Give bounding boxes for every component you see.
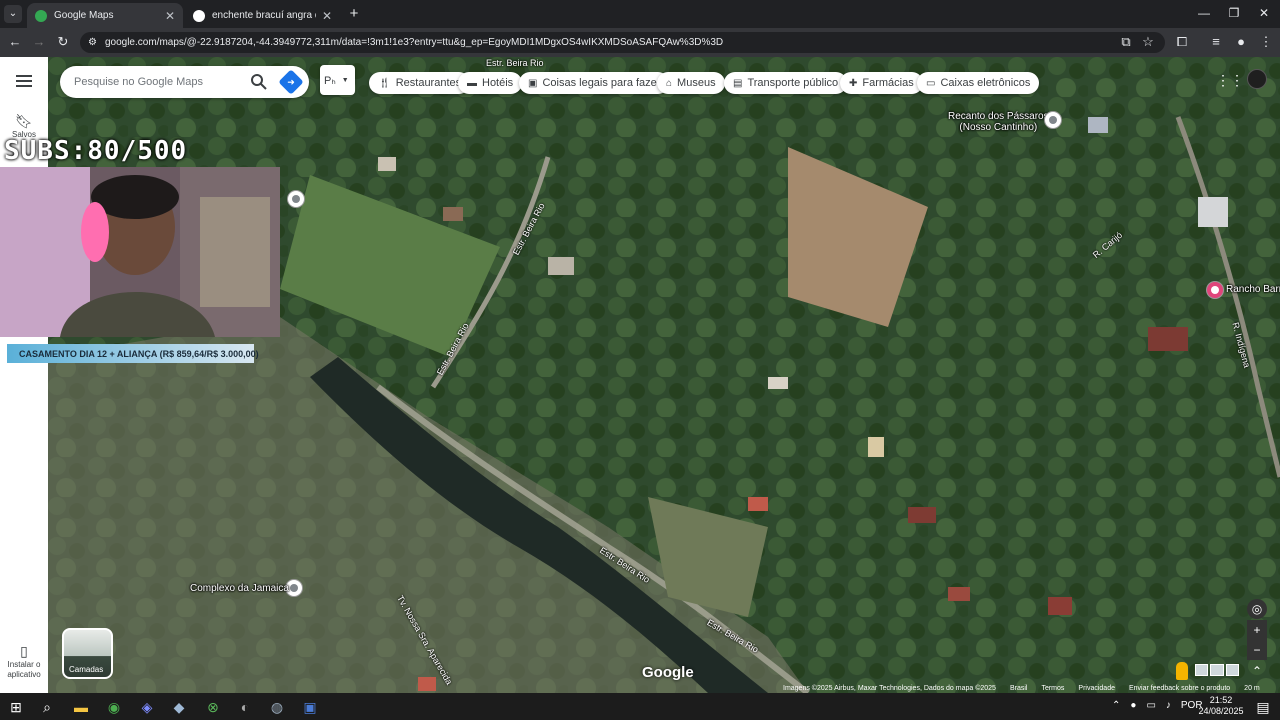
chevron-down-icon: ▼ [341,76,349,84]
menu-icon[interactable] [16,75,32,90]
close-tab-icon[interactable]: ✕ [322,9,332,23]
chip-museus[interactable]: ⌂ Museus [657,72,725,94]
taskbar-clock[interactable]: 21:52 24/08/2025 [1198,695,1244,717]
chip-coisas-legais[interactable]: ▣ Coisas legais para fazer [519,72,670,94]
place-label-rancho[interactable]: Rancho Barre [1226,284,1280,295]
satellite-imagery [48,57,1280,693]
directions-icon: ➜ [287,77,295,87]
browser-toolbar: ← → ↻ ⚙ google.com/maps/@-22.9187204,-44… [0,28,1280,57]
url-text: google.com/maps/@-22.9187204,-44.3949772… [104,37,724,48]
install-app-icon[interactable]: ⧉ [1117,34,1135,50]
scale-bar[interactable]: 20 m [1244,685,1260,693]
google-favicon-icon [193,9,205,22]
place-label-recanto[interactable]: Recanto dos Pássaros (Nosso Cantinho) [948,111,1049,133]
brasil-link[interactable]: Brasil [1010,685,1028,693]
camera-icon: ▣ [528,77,538,89]
site-info-icon[interactable]: ⚙ [88,37,97,48]
place-pin-icon[interactable] [288,191,304,207]
tab-title: enchente bracuí angra dos reis [212,10,316,21]
zoom-in-button[interactable]: + [1247,620,1267,640]
search-box: ➜ [60,66,309,98]
close-window-icon[interactable]: ✕ [1254,6,1274,20]
tab-search-button[interactable]: ⌄ [4,5,22,23]
app-icon[interactable]: ▣ [300,697,320,717]
webcam-image [0,167,280,337]
maps-favicon-icon [35,9,47,22]
account-avatar[interactable] [1247,69,1267,89]
new-tab-button[interactable]: + [345,5,363,23]
profile-avatar[interactable]: ● [1232,34,1250,49]
tab-google-maps[interactable]: Google Maps ✕ [27,3,183,28]
layers-button[interactable]: Camadas [62,628,113,679]
search-icon[interactable] [249,72,269,92]
minimize-icon[interactable]: — [1194,6,1214,20]
place-pin-icon[interactable] [1045,112,1061,128]
directions-button[interactable]: ➜ [278,69,304,95]
chip-transporte[interactable]: ▤ Transporte público [724,72,848,94]
discord-icon[interactable]: ◈ [137,697,157,717]
forward-icon[interactable]: → [30,34,48,49]
privacy-link[interactable]: Privacidade [1078,685,1115,693]
imagery-thumbnails[interactable] [1195,664,1239,676]
close-tab-icon[interactable]: ✕ [165,9,175,23]
map-attribution: Imagens ©2025 Airbus, Maxar Technologies… [783,685,1260,693]
tab-enchente[interactable]: enchente bracuí angra dos reis ✕ [185,3,340,28]
search-input[interactable] [74,76,234,88]
terms-link[interactable]: Termos [1041,685,1064,693]
back-icon[interactable]: ← [6,34,24,49]
restore-icon[interactable]: ❐ [1224,6,1244,20]
my-location-icon[interactable]: ◎ [1247,599,1267,619]
file-explorer-icon[interactable]: ▬ [71,697,91,717]
extensions-icon[interactable]: ⧠ [1173,34,1191,50]
chrome-icon[interactable]: ◉ [104,697,124,717]
volume-icon[interactable]: ♪ [1166,700,1171,711]
google-apps-icon[interactable]: ⋮⋮⋮ [1216,72,1258,88]
browser-menu-icon[interactable]: ⋮ [1257,34,1275,50]
satellite-map[interactable] [48,57,1280,693]
address-bar[interactable]: ⚙ google.com/maps/@-22.9187204,-44.39497… [80,32,1165,53]
pharmacy-icon: ✚ [849,77,858,89]
expand-up-icon[interactable]: ⌃ [1247,661,1267,681]
atm-icon: ▭ [926,77,936,89]
google-logo: Google [642,664,694,681]
bus-icon: ▤ [733,77,743,89]
bed-icon: ▬ [467,77,477,89]
windows-start-icon[interactable]: ⊞ [6,697,26,717]
network-icon[interactable]: ▭ [1146,700,1155,711]
app-icon[interactable]: ◍ [267,697,287,717]
chevron-up-icon[interactable]: ⌃ [1112,700,1120,711]
system-tray: ⌃ ● ▭ ♪ POR [1112,700,1203,711]
steam-icon[interactable]: ◆ [169,697,189,717]
donation-goal-banner: CASAMENTO DIA 12 + ALIANÇA (R$ 859,64/R$… [7,344,259,363]
chip-farmacias[interactable]: ✚ Farmácias [840,72,923,94]
road-label: Estr. Beira Rio [486,58,544,68]
feedback-link[interactable]: Enviar feedback sobre o produto [1129,685,1230,693]
bookmark-star-icon[interactable]: ☆ [1139,34,1157,50]
chip-restaurantes[interactable]: 🍴︎ Restaurantes [369,72,471,94]
subs-counter-overlay: SUBS:80/500 [4,136,188,166]
fork-knife-icon: 🍴︎ [378,77,391,89]
bookmark-icon: 🔖︎ [15,113,33,129]
obs-icon[interactable]: ◐ [235,697,255,717]
museum-icon: ⌂ [666,77,673,89]
phone-icon: ▯ [20,643,28,659]
place-pin-rancho-icon[interactable] [1207,282,1223,298]
notifications-icon[interactable]: ▤ [1253,697,1273,717]
chip-hoteis[interactable]: ▬ Hotéis [458,72,523,94]
search-icon[interactable]: ⌕ [37,697,57,717]
tab-title: Google Maps [54,10,114,21]
reload-icon[interactable]: ↻ [54,34,72,50]
install-app-button[interactable]: ▯ Instalar o aplicativo [0,643,48,680]
media-icon[interactable]: ≡ [1207,34,1225,49]
place-label-complexo[interactable]: Complexo da Jamaica [190,583,289,594]
pt-button[interactable]: Pₕ ▼ [320,65,355,95]
microphone-icon[interactable]: ● [1130,700,1136,711]
windows-taskbar: ⊞ ⌕ ▬ ◉ ◈ ◆ ⊗ ◐ ◍ ▣ ⌃ ● ▭ ♪ POR 21:52 24… [0,693,1280,720]
xbox-icon[interactable]: ⊗ [203,697,223,717]
chip-caixas[interactable]: ▭ Caixas eletrônicos [917,72,1040,94]
street-view-pegman-icon[interactable] [1176,662,1188,680]
browser-tab-strip: ⌄ Google Maps ✕ enchente bracuí angra do… [0,0,1280,28]
webcam-overlay [0,167,280,337]
zoom-out-button[interactable]: − [1247,640,1267,660]
